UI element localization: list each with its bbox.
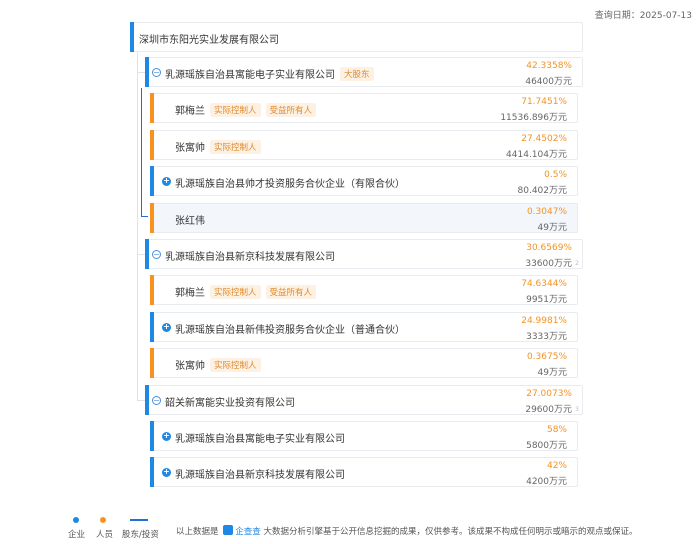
person-name[interactable]: 郭梅兰 <box>175 288 205 299</box>
company-card[interactable]: + 乳源瑶族自治县寓能电子实业有限公司 58% 5800万元 <box>150 421 578 451</box>
share-percent: 0.3675% <box>526 352 567 363</box>
role-tag: 受益所有人 <box>265 103 317 118</box>
company-name[interactable]: 乳源瑶族自治县寓能电子实业有限公司 <box>175 434 345 445</box>
person-bar <box>150 93 154 124</box>
person-card[interactable]: 郭梅兰 实际控制人 受益所有人 74.6344% 9951万元 <box>150 275 578 306</box>
role-tag: 实际控制人 <box>210 103 261 118</box>
company-name[interactable]: 乳源瑶族自治县寓能电子实业有限公司 <box>165 70 335 81</box>
corner-count: 2 <box>575 260 579 267</box>
company-card[interactable]: − 乳源瑶族自治县寓能电子实业有限公司 大股东 42.3358% 46400万元 <box>145 57 583 87</box>
company-bar <box>145 239 149 269</box>
root-company-name[interactable]: 深圳市东阳光实业发展有限公司 <box>139 31 279 46</box>
company-bar <box>145 57 149 87</box>
collapse-icon[interactable]: − <box>152 250 161 259</box>
subscribed-amount: 49万元 <box>537 222 567 233</box>
company-name[interactable]: 乳源瑶族自治县新京科技发展有限公司 <box>175 470 345 481</box>
tree-connector <box>137 399 145 401</box>
person-bar <box>150 348 154 379</box>
role-tag: 大股东 <box>340 67 374 81</box>
company-bar <box>145 384 149 415</box>
tree-arrow <box>141 216 148 217</box>
company-bar <box>150 166 154 197</box>
disclaimer: 以上数据是 企查查 大数据分析引擎基于公开信息挖掘的成果，仅供参考。该成果不构成… <box>176 525 637 537</box>
company-card[interactable]: − 韶关新寓能实业投资有限公司 27.0073% 29600万元 3 <box>145 384 583 415</box>
share-percent: 58% <box>546 425 567 435</box>
expand-icon[interactable]: + <box>162 177 171 187</box>
company-bar <box>130 22 134 52</box>
company-name[interactable]: 乳源瑶族自治县帅才投资服务合伙企业（有限合伙） <box>175 179 405 190</box>
query-date: 查询日期：2025-07-13 <box>594 11 692 21</box>
share-percent: 0.3047% <box>526 206 567 217</box>
person-name[interactable]: 张寓帅 <box>175 361 205 372</box>
subscribed-amount: 80.402万元 <box>517 186 568 197</box>
subscribed-amount: 33600万元 <box>525 259 572 269</box>
share-percent: 42.3358% <box>526 61 572 71</box>
person-card[interactable]: 张寓帅 实际控制人 27.4502% 4414.104万元 <box>150 129 578 160</box>
share-percent: 71.7451% <box>521 97 567 108</box>
share-percent: 74.6344% <box>521 279 567 290</box>
corner-count: 3 <box>575 405 579 413</box>
company-bar <box>150 311 154 342</box>
legend-company-dot <box>73 517 79 523</box>
disclaimer-text: 大数据分析引擎基于公开信息挖掘的成果，仅供参考。该成果不构成任何明示或暗示的观点… <box>263 527 638 537</box>
collapse-icon[interactable]: − <box>152 395 161 405</box>
company-bar <box>150 457 154 488</box>
person-card[interactable]: 张寓帅 实际控制人 0.3675% 49万元 <box>150 348 578 379</box>
subscribed-amount: 49万元 <box>537 368 567 379</box>
subscribed-amount: 5800万元 <box>526 441 567 451</box>
tree-line <box>141 88 142 216</box>
expand-icon[interactable]: + <box>162 322 171 332</box>
company-name[interactable]: 乳源瑶族自治县新伟投资服务合伙企业（普通合伙） <box>175 325 405 336</box>
expand-icon[interactable]: + <box>162 432 171 441</box>
company-card[interactable]: + 乳源瑶族自治县新京科技发展有限公司 42% 4200万元 <box>150 457 578 488</box>
person-bar <box>150 129 154 160</box>
subscribed-amount: 3333万元 <box>526 331 567 342</box>
share-percent: 27.4502% <box>521 133 567 144</box>
role-tag: 实际控制人 <box>210 285 261 300</box>
share-percent: 30.6569% <box>526 243 572 253</box>
person-name[interactable]: 张寓帅 <box>175 143 205 154</box>
share-percent: 27.0073% <box>526 388 572 399</box>
subscribed-amount: 29600万元 <box>525 404 572 415</box>
person-name[interactable]: 郭梅兰 <box>175 106 205 117</box>
subscribed-amount: 11536.896万元 <box>500 113 567 124</box>
person-card[interactable]: 张红伟 0.3047% 49万元 <box>150 202 578 233</box>
subscribed-amount: 4414.104万元 <box>506 149 567 160</box>
legend-arrow-icon <box>130 519 148 521</box>
qcc-logo-icon <box>223 525 234 535</box>
collapse-icon[interactable]: − <box>152 68 161 77</box>
person-bar <box>150 202 154 233</box>
root-company-card[interactable]: 深圳市东阳光实业发展有限公司 <box>130 22 583 52</box>
share-percent: 0.5% <box>544 170 567 181</box>
expand-icon[interactable]: + <box>162 468 171 478</box>
tree-connector <box>137 72 145 73</box>
subscribed-amount: 4200万元 <box>526 477 567 488</box>
company-bar <box>150 421 154 451</box>
legend-person: 人员 <box>96 530 114 540</box>
disclaimer-prefix: 以上数据是 <box>176 527 219 537</box>
tree-line <box>137 52 138 401</box>
company-card[interactable]: − 乳源瑶族自治县新京科技发展有限公司 30.6569% 33600万元 2 <box>145 239 583 269</box>
role-tag: 实际控制人 <box>210 139 261 154</box>
person-bar <box>150 275 154 306</box>
role-tag: 实际控制人 <box>210 358 261 373</box>
brand-name: 企查查 <box>235 527 261 537</box>
subscribed-amount: 46400万元 <box>525 77 572 87</box>
tree-connector <box>137 254 145 255</box>
share-percent: 42% <box>546 461 567 472</box>
legend-company: 企业 <box>68 530 86 540</box>
company-card[interactable]: + 乳源瑶族自治县帅才投资服务合伙企业（有限合伙） 0.5% 80.402万元 <box>150 166 578 197</box>
legend-shareholder: 股东/投资 <box>122 530 159 540</box>
role-tag: 受益所有人 <box>265 285 317 300</box>
share-percent: 24.9981% <box>521 315 567 326</box>
legend-person-dot <box>100 517 106 523</box>
person-name[interactable]: 张红伟 <box>175 216 205 227</box>
company-name[interactable]: 乳源瑶族自治县新京科技发展有限公司 <box>165 252 335 263</box>
company-name[interactable]: 韶关新寓能实业投资有限公司 <box>165 398 295 409</box>
company-card[interactable]: + 乳源瑶族自治县新伟投资服务合伙企业（普通合伙） 24.9981% 3333万元 <box>150 311 578 342</box>
subscribed-amount: 9951万元 <box>526 295 567 306</box>
person-card[interactable]: 郭梅兰 实际控制人 受益所有人 71.7451% 11536.896万元 <box>150 93 578 124</box>
